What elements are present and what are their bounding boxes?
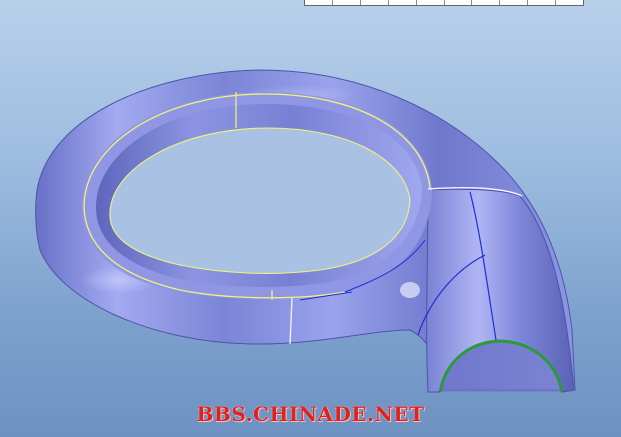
watermark-text: BBS.CHINADE.NET bbox=[196, 402, 425, 426]
toolbar-table-strip bbox=[304, 0, 584, 6]
3d-model-viewport[interactable] bbox=[0, 0, 621, 437]
volute-casing-model bbox=[35, 69, 576, 393]
